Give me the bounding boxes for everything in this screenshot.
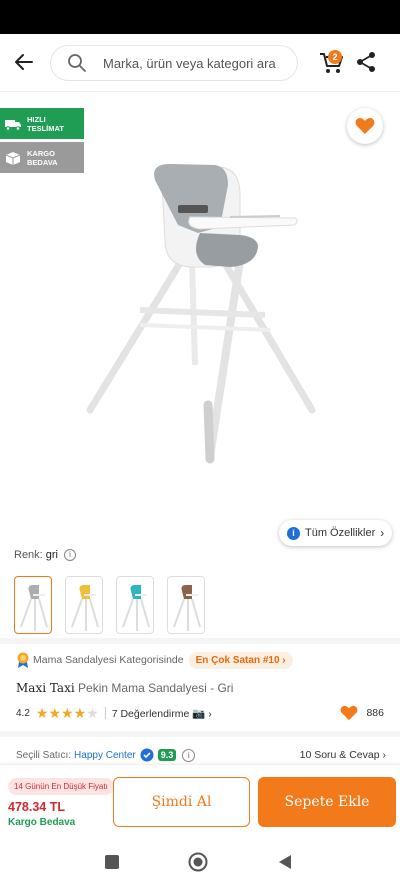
badge-line2: BEDAVA: [27, 157, 58, 167]
seller-row: Seçili Satıcı: Happy Center 9.3 i 10 Sor…: [16, 746, 386, 764]
qa-link[interactable]: 10 Soru & Cevap ›: [300, 749, 386, 761]
seller-name[interactable]: Happy Center: [74, 750, 136, 761]
best-seller-tag[interactable]: En Çok Satan #10 ›: [188, 651, 293, 669]
variant-thumb: [71, 585, 99, 631]
chevron-right-icon: ›: [380, 526, 385, 540]
all-specs-label: Tüm Özellikler: [305, 527, 376, 539]
product-title: Maxi Taxi Pekin Mama Sandalyesi - Gri: [16, 681, 233, 695]
favorite-button[interactable]: [347, 108, 383, 144]
info-icon[interactable]: i: [63, 549, 76, 561]
divider: [0, 638, 400, 644]
variant-yellow[interactable]: [65, 576, 103, 634]
back-arrow-icon[interactable]: [12, 50, 36, 74]
truck-icon: [5, 119, 21, 131]
share-icon[interactable]: [355, 51, 377, 73]
separator: [104, 707, 106, 719]
category-label: Mama Sandalyesi Kategorisinde: [33, 654, 184, 666]
top-bar: Marka, ürün veya kategori ara 2: [0, 34, 400, 92]
rating-stars: ★ ★ ★ ★ ★: [36, 706, 99, 720]
system-nav-bar: [0, 837, 400, 888]
all-specs-button[interactable]: i Tüm Özellikler ›: [279, 520, 392, 546]
info-icon: i: [287, 526, 300, 540]
rating-row: 4.2 ★ ★ ★ ★ ★ 7 Değerlendirme 📷 › 886: [16, 704, 384, 722]
lowest-price-tag: 14 Günün En Düşük Fiyatı: [8, 778, 114, 795]
home-icon[interactable]: [188, 852, 208, 872]
recents-icon[interactable]: [104, 854, 120, 870]
star-icon: ★: [61, 705, 74, 721]
variant-turquoise[interactable]: [116, 576, 154, 634]
product-brand[interactable]: Maxi Taxi: [16, 681, 75, 695]
box-icon: [5, 151, 21, 165]
status-bar: [0, 0, 400, 34]
cart-count-badge: 2: [328, 50, 342, 64]
add-to-cart-button[interactable]: Sepete Ekle: [258, 777, 396, 827]
color-row: Renk: gri i: [14, 549, 76, 561]
star-icon: ★: [73, 705, 87, 721]
favorite-count-value: 886: [366, 707, 384, 719]
seller-score: 9.3: [157, 749, 177, 761]
qa-count: 10 Soru & Cevap: [299, 749, 380, 761]
verified-icon: [140, 748, 154, 762]
badge-line1: HIZLI: [27, 114, 46, 124]
medal-icon: [17, 652, 29, 668]
price: 478.34 TL: [8, 800, 65, 814]
product-image[interactable]: [80, 155, 320, 465]
variant-thumb: [173, 585, 201, 631]
product-name: Pekin Mama Sandalyesi - Gri: [78, 681, 234, 695]
heart-icon: [341, 705, 358, 721]
heart-icon: [355, 118, 375, 134]
color-value: gri: [45, 549, 58, 561]
search-placeholder: Marka, ürün veya kategori ara: [103, 55, 276, 71]
search-icon: [68, 54, 86, 72]
info-icon[interactable]: i: [182, 748, 196, 762]
variant-thumb: [122, 585, 150, 631]
category-ranking[interactable]: Mama Sandalyesi Kategorisinde En Çok Sat…: [16, 651, 293, 669]
back-icon[interactable]: [277, 854, 293, 870]
variant-grey[interactable]: [14, 576, 52, 634]
reviews-link[interactable]: 7 Değerlendirme 📷 ›: [112, 707, 212, 720]
star-icon: ★: [48, 705, 62, 721]
free-shipping-text: Kargo Bedava: [8, 817, 76, 828]
best-seller-text: En Çok Satan #10: [195, 654, 280, 666]
divider: [0, 731, 400, 737]
star-icon: ★: [35, 705, 49, 721]
variant-thumb: [20, 585, 48, 631]
rating-score: 4.2: [16, 707, 30, 719]
bottom-action-bar: 14 Günün En Düşük Fiyatı 478.34 TL Kargo…: [0, 765, 400, 837]
favorite-count: 886: [340, 705, 384, 721]
badge-line2: TESLİMAT: [27, 123, 64, 133]
reviews-count: 7 Değerlendirme: [111, 707, 190, 720]
variant-brown[interactable]: [167, 576, 205, 634]
fast-delivery-badge: HIZLI TESLİMAT: [0, 108, 84, 139]
free-shipping-badge: KARGO BEDAVA: [0, 142, 84, 173]
buy-now-button[interactable]: Şimdi Al: [113, 777, 250, 827]
search-bar[interactable]: Marka, ürün veya kategori ara: [50, 45, 298, 81]
star-icon: ★: [86, 705, 99, 721]
seller-label: Seçili Satıcı:: [16, 749, 72, 761]
camera-icon: 📷: [192, 707, 206, 720]
badge-line1: KARGO: [27, 148, 55, 158]
color-label: Renk:: [14, 549, 43, 561]
